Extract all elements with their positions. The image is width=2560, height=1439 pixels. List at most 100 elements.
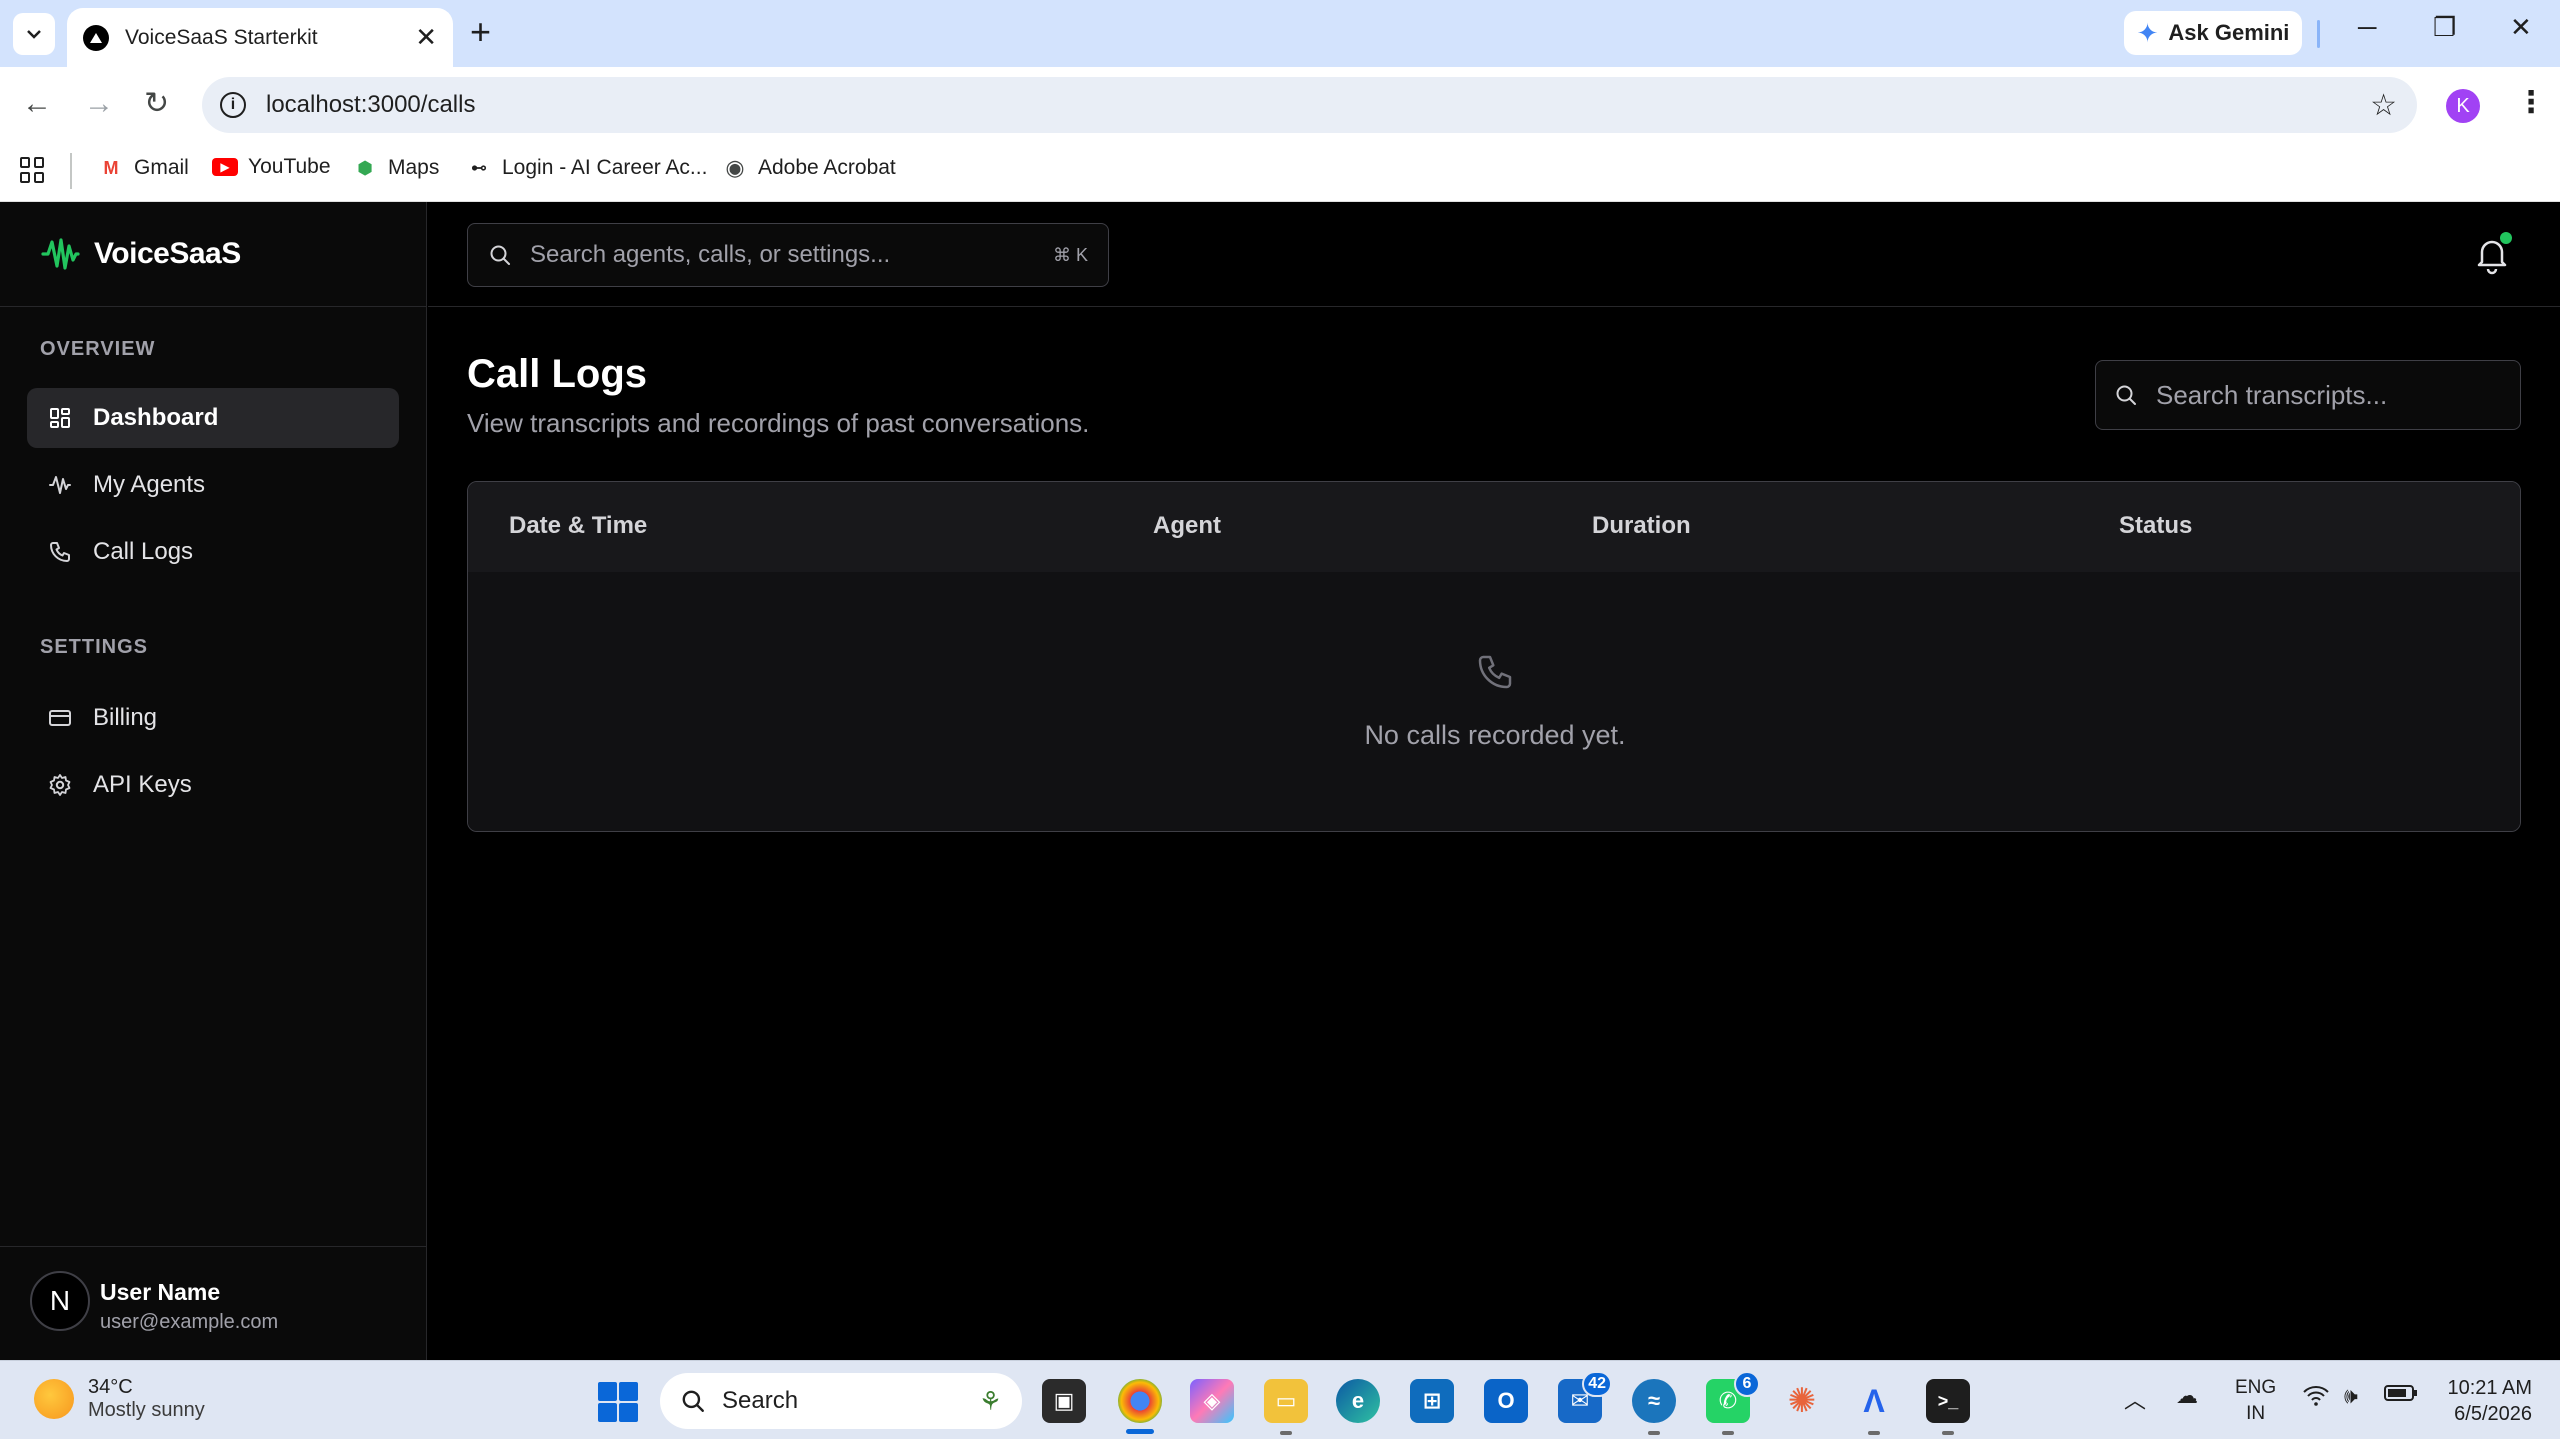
- wifi-icon[interactable]: [2302, 1383, 2330, 1413]
- tab-search-button[interactable]: [13, 13, 55, 55]
- column-header-status[interactable]: Status: [2119, 512, 2192, 540]
- bookmark-login-ai-career[interactable]: ⊷ Login - AI Career Ac...: [466, 155, 707, 181]
- youtube-icon: ▶: [212, 158, 238, 176]
- waveform-icon: [47, 472, 73, 498]
- waveform-logo-icon: [41, 238, 80, 270]
- column-header-duration[interactable]: Duration: [1592, 512, 1691, 540]
- bookmark-gmail[interactable]: M Gmail: [98, 155, 189, 181]
- browser-menu-icon[interactable]: ⋮: [2516, 85, 2546, 120]
- address-bar[interactable]: i localhost:3000/calls ☆: [202, 77, 2417, 133]
- minimize-icon[interactable]: ─: [2358, 12, 2376, 43]
- clock-date: 6/5/2026: [2454, 1403, 2532, 1425]
- gear-icon: [47, 772, 73, 798]
- close-window-icon[interactable]: ✕: [2510, 12, 2532, 43]
- copilot-icon[interactable]: ◈: [1190, 1379, 1234, 1423]
- transcript-search-placeholder: Search transcripts...: [2156, 379, 2388, 410]
- windows-start-icon[interactable]: [598, 1382, 638, 1422]
- global-search-placeholder: Search agents, calls, or settings...: [530, 241, 891, 268]
- terminal-icon[interactable]: >_: [1926, 1379, 1970, 1423]
- system-clock[interactable]: 10:21 AM 6/5/2026: [2440, 1375, 2532, 1427]
- avatar[interactable]: N: [30, 1271, 90, 1331]
- grid-icon: [47, 405, 73, 431]
- profile-avatar[interactable]: K: [2446, 89, 2480, 123]
- phone-icon: [1478, 655, 1512, 689]
- new-tab-button[interactable]: +: [470, 14, 491, 50]
- reload-icon[interactable]: ↻: [144, 87, 169, 121]
- global-search-input[interactable]: Search agents, calls, or settings... ⌘ K: [467, 223, 1109, 287]
- running-indicator: [1722, 1431, 1734, 1435]
- battery-icon[interactable]: [2384, 1383, 2418, 1409]
- bookmark-youtube[interactable]: ▶ YouTube: [212, 155, 331, 179]
- notification-badge: 42: [1582, 1371, 1612, 1397]
- file-explorer-icon[interactable]: ▭: [1264, 1379, 1308, 1423]
- site-info-icon[interactable]: i: [220, 92, 246, 118]
- language-code: ENG: [2235, 1377, 2277, 1398]
- sidebar-item-my-agents[interactable]: My Agents: [27, 455, 399, 515]
- sidebar-item-api-keys[interactable]: API Keys: [27, 755, 399, 815]
- apps-grid-icon[interactable]: [20, 157, 46, 183]
- bookmarks-bar: M Gmail ▶ YouTube ⬢ Maps ⊷ Login - AI Ca…: [0, 143, 2560, 202]
- forward-arrow-icon[interactable]: →: [84, 87, 114, 121]
- bookmark-label: Login - AI Career Ac...: [502, 156, 708, 179]
- user-profile[interactable]: N User Name user@example.com: [0, 1246, 427, 1360]
- onedrive-icon[interactable]: ☁: [2176, 1383, 2198, 1409]
- sidebar-item-billing[interactable]: Billing: [27, 688, 399, 748]
- notification-badge: 6: [1734, 1371, 1760, 1397]
- mail-app-icon[interactable]: ✉ 42: [1558, 1371, 1612, 1423]
- edge-icon[interactable]: e: [1336, 1379, 1380, 1423]
- column-header-date-time[interactable]: Date & Time: [509, 512, 647, 540]
- search-icon: [682, 1390, 704, 1412]
- bookmark-adobe-acrobat[interactable]: ◉ Adobe Acrobat: [722, 155, 896, 181]
- search-icon: [2116, 385, 2136, 405]
- claude-icon[interactable]: ✺: [1780, 1379, 1824, 1423]
- store-icon[interactable]: ⊞: [1410, 1379, 1454, 1423]
- sidebar-item-dashboard[interactable]: Dashboard: [27, 388, 399, 448]
- bookmark-star-icon[interactable]: ☆: [2370, 88, 2397, 123]
- overview-section-label: OVERVIEW: [40, 338, 156, 360]
- browser-tab-active[interactable]: VoiceSaaS Starterkit ✕: [67, 8, 453, 67]
- sidebar-item-label: Dashboard: [93, 404, 219, 431]
- taskbar-search-label: Search: [722, 1387, 799, 1414]
- close-tab-icon[interactable]: ✕: [415, 22, 437, 53]
- running-indicator: [1942, 1431, 1954, 1435]
- empty-state: No calls recorded yet.: [468, 572, 2520, 831]
- weather-widget[interactable]: 34°C Mostly sunny: [34, 1376, 205, 1422]
- page-title: Call Logs: [467, 352, 648, 396]
- whatsapp-icon[interactable]: ✆ 6: [1706, 1371, 1760, 1423]
- weather-description: Mostly sunny: [88, 1399, 205, 1421]
- chrome-icon[interactable]: [1118, 1379, 1162, 1423]
- bookmark-label: Adobe Acrobat: [758, 156, 896, 179]
- transcript-search-input[interactable]: Search transcripts...: [2095, 360, 2521, 430]
- site-icon: ⊷: [471, 160, 487, 177]
- column-header-agent[interactable]: Agent: [1153, 512, 1221, 540]
- volume-icon[interactable]: 🕪: [2344, 1383, 2358, 1409]
- ask-gemini-button[interactable]: ✦ Ask Gemini: [2124, 11, 2302, 55]
- call-logs-table: Date & Time Agent Duration Status No cal…: [467, 481, 2521, 832]
- task-view-icon[interactable]: ▣: [1042, 1379, 1086, 1423]
- back-arrow-icon[interactable]: ←: [22, 87, 52, 121]
- user-email: user@example.com: [100, 1311, 279, 1333]
- plant-icon: ⚘: [978, 1385, 1002, 1416]
- sidebar-item-call-logs[interactable]: Call Logs: [27, 522, 399, 582]
- keyboard-shortcut-hint: ⌘ K: [1052, 244, 1088, 265]
- wave-app-icon[interactable]: ≈: [1632, 1379, 1676, 1423]
- ask-gemini-label: Ask Gemini: [2168, 20, 2290, 45]
- restore-icon[interactable]: ❐: [2433, 12, 2456, 43]
- empty-state-message: No calls recorded yet.: [1364, 720, 1626, 750]
- settings-section-label: SETTINGS: [40, 636, 149, 658]
- taskbar-search[interactable]: Search ⚘: [660, 1373, 1022, 1429]
- app-a-icon[interactable]: Λ: [1852, 1379, 1896, 1423]
- weather-temperature: 34°C: [88, 1376, 133, 1398]
- brand[interactable]: VoiceSaaS: [0, 202, 427, 307]
- sidebar-item-label: Billing: [93, 704, 158, 731]
- os-taskbar: 34°C Mostly sunny Search ⚘ ▣ ◈ ▭ e ⊞ O ✉…: [0, 1360, 2560, 1439]
- user-name: User Name: [100, 1279, 221, 1305]
- bookmark-maps[interactable]: ⬢ Maps: [352, 155, 439, 181]
- outlook-icon[interactable]: O: [1484, 1379, 1528, 1423]
- show-hidden-icons-chevron-icon[interactable]: ︿: [2124, 1383, 2146, 1415]
- input-language[interactable]: ENG IN: [2235, 1375, 2276, 1427]
- phone-icon: [47, 539, 73, 565]
- address-url[interactable]: localhost:3000/calls: [266, 91, 475, 119]
- bookmarks-divider: [70, 153, 72, 189]
- running-indicator: [1280, 1431, 1292, 1435]
